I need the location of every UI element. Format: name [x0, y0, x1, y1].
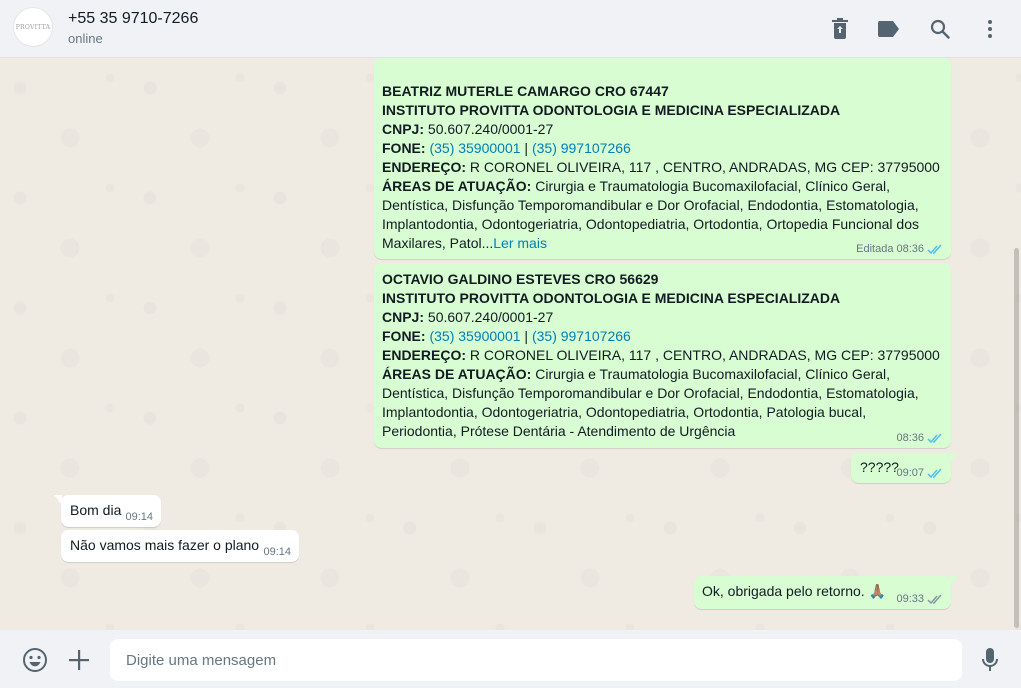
message-time: 08:36: [896, 243, 924, 255]
bubble-tail: [950, 453, 958, 463]
cnpj-label: CNPJ:: [382, 121, 425, 137]
cnpj-label: CNPJ:: [382, 309, 425, 325]
doctor-name: OCTAVIO GALDINO ESTEVES CRO 56629: [382, 271, 659, 287]
message-time: 09:14: [263, 546, 291, 558]
read-more-link[interactable]: Ler mais: [493, 235, 547, 251]
address-label: ENDEREÇO:: [382, 159, 467, 175]
phone-link[interactable]: (35) 997107266: [532, 328, 631, 344]
areas-label: ÁREAS DE ATUAÇÃO:: [382, 366, 532, 382]
contact-status: online: [68, 31, 103, 46]
institute-name: INSTITUTO PROVITTA ODONTOLOGIA E MEDICIN…: [382, 290, 841, 306]
double-check-read-icon: [927, 244, 942, 254]
phone-link[interactable]: (35) 35900001: [429, 328, 520, 344]
message-bubble-incoming[interactable]: Bom dia 09:14: [54, 495, 161, 527]
phone-link[interactable]: (35) 35900001: [429, 140, 520, 156]
message-meta: 09:33: [896, 593, 943, 605]
chat-messages-area[interactable]: BEATRIZ MUTERLE CAMARGO CRO 67447 INSTIT…: [0, 58, 1021, 630]
message-time: 09:14: [125, 511, 153, 523]
message-meta: 09:07: [896, 467, 943, 479]
search-icon[interactable]: [928, 17, 952, 41]
phone-separator: |: [520, 140, 532, 156]
message-input[interactable]: [110, 639, 962, 681]
double-check-read-icon: [927, 468, 942, 478]
bubble-tail: [54, 495, 62, 505]
edited-label: Editada: [856, 243, 894, 255]
message-bubble-outgoing[interactable]: BEATRIZ MUTERLE CAMARGO CRO 67447 INSTIT…: [374, 58, 951, 259]
institute-name: INSTITUTO PROVITTA ODONTOLOGIA E MEDICIN…: [382, 102, 841, 118]
phone-separator: |: [520, 328, 532, 344]
doctor-name: BEATRIZ MUTERLE CAMARGO CRO 67447: [382, 83, 669, 99]
address-value: R CORONEL OLIVEIRA, 117 , CENTRO, ANDRAD…: [466, 159, 940, 175]
chat-scrollbar[interactable]: [1014, 248, 1019, 628]
message-meta: 08:36: [896, 432, 943, 444]
contact-name[interactable]: +55 35 9710-7266: [68, 10, 198, 28]
emoji-icon[interactable]: [22, 647, 48, 673]
label-icon[interactable]: [877, 17, 901, 41]
attach-plus-icon[interactable]: [66, 647, 92, 673]
message-text: Bom dia: [70, 502, 122, 518]
message-text: Não vamos mais fazer o plano: [70, 537, 260, 553]
message-time: 09:07: [896, 467, 924, 479]
contact-avatar[interactable]: PROVITTA: [13, 7, 53, 47]
message-bubble-incoming[interactable]: Não vamos mais fazer o plano 09:14: [61, 530, 299, 562]
message-bubble-outgoing[interactable]: ????? 09:07: [851, 453, 958, 483]
message-text: Ok, obrigada pelo retorno.: [702, 583, 865, 599]
message-time: 08:36: [896, 432, 924, 444]
message-bubble-outgoing[interactable]: OCTAVIO GALDINO ESTEVES CRO 56629 INSTIT…: [374, 263, 951, 448]
phone-label: FONE:: [382, 328, 426, 344]
avatar-logo-text: PROVITTA: [15, 23, 51, 31]
double-check-delivered-icon: [927, 594, 942, 604]
message-text: ?????: [860, 459, 899, 475]
bubble-tail: [950, 576, 958, 586]
message-meta: 09:14: [125, 511, 153, 523]
delete-icon[interactable]: [828, 17, 852, 41]
address-value: R CORONEL OLIVEIRA, 117 , CENTRO, ANDRAD…: [466, 347, 940, 363]
message-time: 09:33: [896, 593, 924, 605]
address-label: ENDEREÇO:: [382, 347, 467, 363]
praying-hands-emoji: 🙏🏽: [868, 583, 886, 599]
areas-label: ÁREAS DE ATUAÇÃO:: [382, 178, 532, 194]
phone-label: FONE:: [382, 140, 426, 156]
message-bubble-outgoing[interactable]: Ok, obrigada pelo retorno. 🙏🏽 09:33: [694, 576, 958, 609]
message-meta: Editada 08:36: [856, 243, 943, 255]
phone-link[interactable]: (35) 997107266: [532, 140, 631, 156]
cnpj-value: 50.607.240/0001-27: [424, 121, 554, 137]
menu-icon[interactable]: [978, 17, 1002, 41]
double-check-read-icon: [927, 433, 942, 443]
message-composer: [0, 630, 1021, 688]
message-meta: 09:14: [263, 546, 291, 558]
chat-header: PROVITTA +55 35 9710-7266 online: [0, 0, 1021, 58]
cnpj-value: 50.607.240/0001-27: [424, 309, 554, 325]
microphone-icon[interactable]: [977, 647, 1003, 673]
